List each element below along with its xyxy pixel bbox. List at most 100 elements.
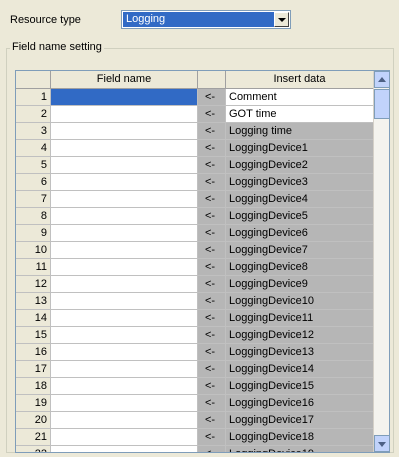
insert-arrow-button[interactable]: <- [198, 106, 226, 123]
insert-data-cell[interactable]: LoggingDevice4 [226, 191, 374, 208]
insert-arrow-button[interactable]: <- [198, 310, 226, 327]
insert-data-cell[interactable]: LoggingDevice3 [226, 174, 374, 191]
field-name-cell[interactable] [51, 327, 198, 344]
row-number: 6 [16, 174, 51, 191]
table-row[interactable]: 19 <- LoggingDevice16 [16, 395, 374, 412]
insert-data-cell[interactable]: LoggingDevice18 [226, 429, 374, 446]
field-name-cell[interactable] [51, 140, 198, 157]
insert-arrow-button[interactable]: <- [198, 242, 226, 259]
field-name-cell[interactable] [51, 310, 198, 327]
resource-type-select[interactable]: Logging [121, 10, 291, 29]
insert-arrow-button[interactable]: <- [198, 225, 226, 242]
insert-arrow-button[interactable]: <- [198, 344, 226, 361]
table-row[interactable]: 3 <- Logging time [16, 123, 374, 140]
insert-arrow-button[interactable]: <- [198, 157, 226, 174]
row-number: 8 [16, 208, 51, 225]
header-insert-data[interactable]: Insert data [226, 71, 374, 89]
field-name-cell[interactable] [51, 378, 198, 395]
field-name-cell[interactable] [51, 225, 198, 242]
insert-data-cell[interactable]: LoggingDevice6 [226, 225, 374, 242]
table-row[interactable]: 2 <- GOT time [16, 106, 374, 123]
insert-arrow-button[interactable]: <- [198, 412, 226, 429]
chevron-down-icon[interactable] [274, 12, 289, 27]
field-name-cell[interactable] [51, 208, 198, 225]
table-row[interactable]: 11 <- LoggingDevice8 [16, 259, 374, 276]
insert-arrow-button[interactable]: <- [198, 140, 226, 157]
insert-arrow-button[interactable]: <- [198, 378, 226, 395]
table-row[interactable]: 9 <- LoggingDevice6 [16, 225, 374, 242]
insert-data-cell[interactable]: LoggingDevice12 [226, 327, 374, 344]
scrollbar-thumb[interactable] [374, 89, 389, 119]
insert-arrow-button[interactable]: <- [198, 361, 226, 378]
insert-arrow-button[interactable]: <- [198, 259, 226, 276]
field-name-cell[interactable] [51, 123, 198, 140]
insert-data-cell[interactable]: LoggingDevice9 [226, 276, 374, 293]
field-name-cell[interactable] [51, 276, 198, 293]
insert-data-cell[interactable]: LoggingDevice1 [226, 140, 374, 157]
table-row[interactable]: 5 <- LoggingDevice2 [16, 157, 374, 174]
scroll-down-icon[interactable] [374, 435, 389, 452]
insert-data-cell[interactable]: LoggingDevice14 [226, 361, 374, 378]
row-number: 22 [16, 446, 51, 452]
insert-data-cell[interactable]: Comment [226, 89, 374, 106]
insert-data-cell[interactable]: GOT time [226, 106, 374, 123]
table-row[interactable]: 20 <- LoggingDevice17 [16, 412, 374, 429]
insert-data-cell[interactable]: LoggingDevice17 [226, 412, 374, 429]
table-row[interactable]: 16 <- LoggingDevice13 [16, 344, 374, 361]
table-row[interactable]: 22 <-LoggingDevice19 [16, 446, 374, 452]
insert-data-cell[interactable]: LoggingDevice16 [226, 395, 374, 412]
insert-data-cell[interactable]: LoggingDevice5 [226, 208, 374, 225]
field-name-cell[interactable] [51, 259, 198, 276]
table-row[interactable]: 17 <- LoggingDevice14 [16, 361, 374, 378]
table-row[interactable]: 15 <- LoggingDevice12 [16, 327, 374, 344]
field-name-cell[interactable] [51, 242, 198, 259]
table-row[interactable]: 6 <- LoggingDevice3 [16, 174, 374, 191]
insert-data-cell[interactable]: LoggingDevice10 [226, 293, 374, 310]
field-name-cell[interactable] [51, 446, 198, 452]
table-row[interactable]: 21 <- LoggingDevice18 [16, 429, 374, 446]
insert-arrow-button[interactable]: <- [198, 174, 226, 191]
header-field-name[interactable]: Field name [51, 71, 198, 89]
insert-data-cell[interactable]: LoggingDevice7 [226, 242, 374, 259]
field-name-cell[interactable] [51, 429, 198, 446]
table-row[interactable]: 4 <- LoggingDevice1 [16, 140, 374, 157]
insert-data-cell[interactable]: LoggingDevice19 [226, 446, 374, 452]
insert-data-cell[interactable]: LoggingDevice15 [226, 378, 374, 395]
field-name-cell[interactable] [51, 89, 198, 106]
vertical-scrollbar[interactable] [373, 71, 389, 452]
field-name-cell[interactable] [51, 191, 198, 208]
insert-data-cell[interactable]: LoggingDevice2 [226, 157, 374, 174]
insert-arrow-button[interactable]: <- [198, 123, 226, 140]
insert-arrow-button[interactable]: <- [198, 395, 226, 412]
scroll-up-icon[interactable] [374, 71, 389, 88]
field-name-cell[interactable] [51, 106, 198, 123]
field-name-cell[interactable] [51, 361, 198, 378]
insert-arrow-button[interactable]: <- [198, 208, 226, 225]
table-row[interactable]: 12 <- LoggingDevice9 [16, 276, 374, 293]
insert-data-cell[interactable]: LoggingDevice13 [226, 344, 374, 361]
field-name-cell[interactable] [51, 412, 198, 429]
table-row[interactable]: 1 <- Comment [16, 89, 374, 106]
row-number: 9 [16, 225, 51, 242]
field-name-cell[interactable] [51, 157, 198, 174]
insert-arrow-button[interactable]: <- [198, 293, 226, 310]
table-row[interactable]: 10 <- LoggingDevice7 [16, 242, 374, 259]
table-row[interactable]: 8 <- LoggingDevice5 [16, 208, 374, 225]
insert-arrow-button[interactable]: <- [198, 429, 226, 446]
table-row[interactable]: 18 <- LoggingDevice15 [16, 378, 374, 395]
insert-data-cell[interactable]: Logging time [226, 123, 374, 140]
table-row[interactable]: 14 <- LoggingDevice11 [16, 310, 374, 327]
field-name-cell[interactable] [51, 293, 198, 310]
table-row[interactable]: 13 <- LoggingDevice10 [16, 293, 374, 310]
insert-data-cell[interactable]: LoggingDevice11 [226, 310, 374, 327]
insert-arrow-button[interactable]: <- [198, 191, 226, 208]
insert-arrow-button[interactable]: <- [198, 327, 226, 344]
field-name-cell[interactable] [51, 395, 198, 412]
insert-data-cell[interactable]: LoggingDevice8 [226, 259, 374, 276]
insert-arrow-button[interactable]: <- [198, 446, 226, 452]
insert-arrow-button[interactable]: <- [198, 276, 226, 293]
insert-arrow-button[interactable]: <- [198, 89, 226, 106]
field-name-cell[interactable] [51, 174, 198, 191]
field-name-cell[interactable] [51, 344, 198, 361]
table-row[interactable]: 7 <- LoggingDevice4 [16, 191, 374, 208]
